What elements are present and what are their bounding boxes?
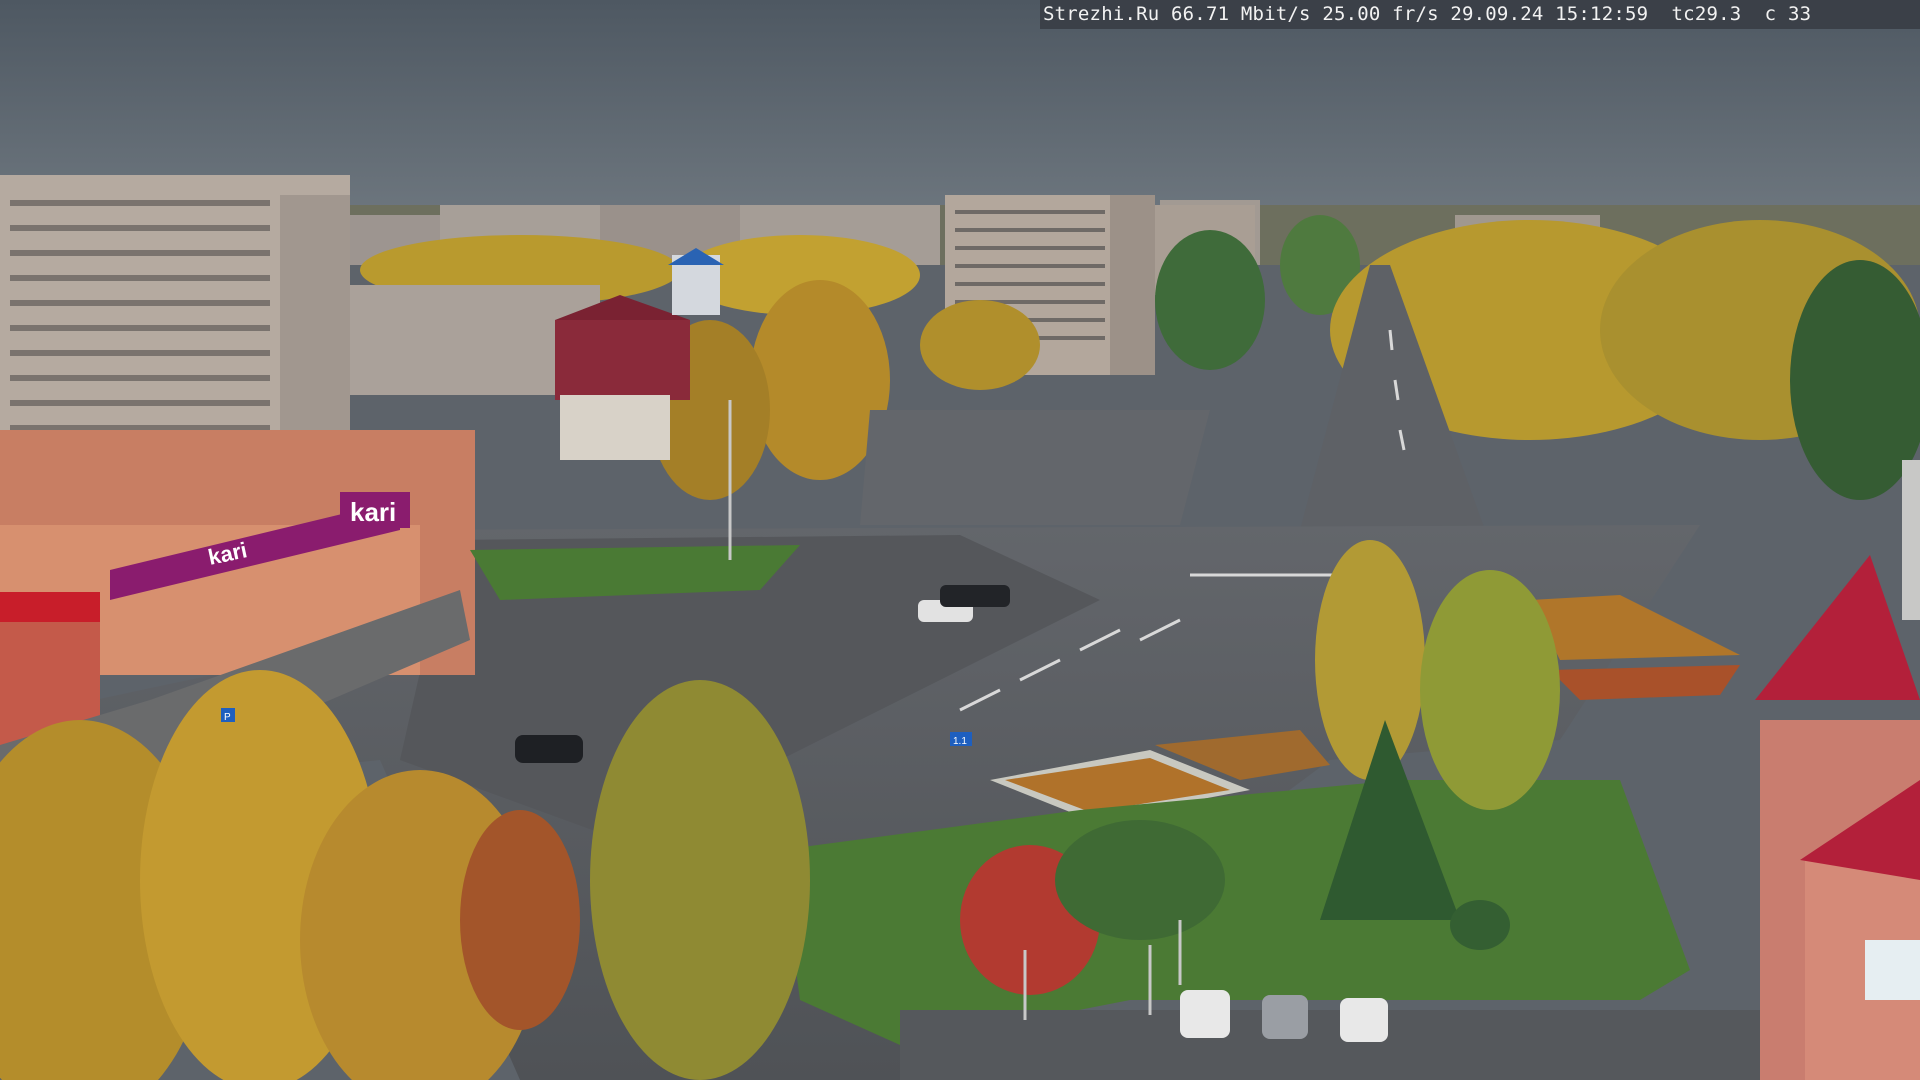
osd-temperature: tc29.3 xyxy=(1671,3,1742,25)
osd-time: 15:12:59 xyxy=(1555,3,1649,25)
plaza xyxy=(860,410,1210,525)
road-sign-label: 1.1 xyxy=(953,736,967,747)
osd-date: 29.09.24 xyxy=(1450,3,1544,25)
parking-sign-label: P xyxy=(224,712,231,723)
right-pink-building xyxy=(1755,460,1920,1080)
osd-bitrate: 66.71 Mbit/s xyxy=(1171,3,1311,25)
osd-framerate: 25.00 fr/s xyxy=(1322,3,1439,25)
bottom-parking xyxy=(900,1010,1760,1080)
city-webcam-scene: kari kari 1.1 P xyxy=(0,0,1920,1080)
kari-sign-main: kari xyxy=(350,497,396,527)
osd-counter: c 33 xyxy=(1764,3,1812,25)
osd-site: Strezhi.Ru xyxy=(1043,3,1160,25)
camera-osd-overlay: Strezhi.Ru 66.71 Mbit/s 25.00 fr/s 29.09… xyxy=(1040,0,1920,29)
